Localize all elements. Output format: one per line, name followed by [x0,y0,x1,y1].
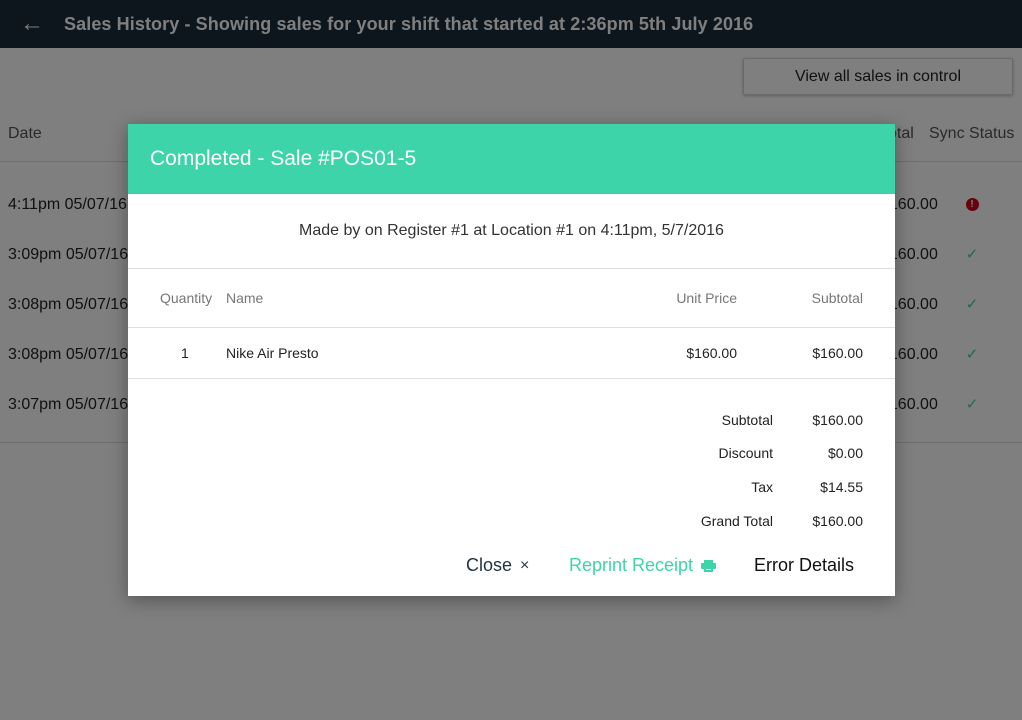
error-details-button[interactable]: Error Details [754,555,854,576]
sale-detail-modal: Completed - Sale #POS01-5 Made by on Reg… [128,124,895,596]
discount-value: $0.00 [827,445,863,461]
reprint-receipt-button[interactable]: Reprint Receipt [569,555,717,576]
grand-total-label: Grand Total [700,513,773,529]
close-icon: × [520,556,530,574]
grand-total-value: $160.00 [812,513,863,529]
line-unit-price: $160.00 [686,345,737,361]
column-subtotal: Subtotal [811,290,863,306]
column-name: Name [226,290,264,306]
modal-title: Completed - Sale #POS01-5 [150,147,417,170]
column-quantity: Quantity [160,290,213,306]
modal-actions: Close × Reprint Receipt Error Details [128,555,895,585]
subtotal-value: $160.00 [812,412,863,428]
line-quantity: 1 [181,345,189,361]
line-name: Nike Air Presto [226,345,319,361]
line-subtotal: $160.00 [812,345,863,361]
line-item-row: 1 Nike Air Presto $160.00 $160.00 [128,328,895,379]
subtotal-label: Subtotal [721,412,773,428]
sale-made-by-text: Made by on Register #1 at Location #1 on… [128,194,895,269]
reprint-receipt-label: Reprint Receipt [569,555,694,575]
discount-label: Discount [718,445,773,461]
close-button[interactable]: Close × [466,555,529,576]
column-unit-price: Unit Price [676,290,737,306]
printer-icon [701,559,717,572]
tax-label: Tax [751,479,773,495]
modal-header: Completed - Sale #POS01-5 [128,124,895,194]
tax-value: $14.55 [820,479,863,495]
error-details-label: Error Details [754,555,855,575]
close-label: Close [466,555,513,575]
totals-section: Subtotal $160.00 Discount $0.00 Tax $14.… [128,379,895,539]
line-items-header: Quantity Name Unit Price Subtotal [128,269,895,328]
